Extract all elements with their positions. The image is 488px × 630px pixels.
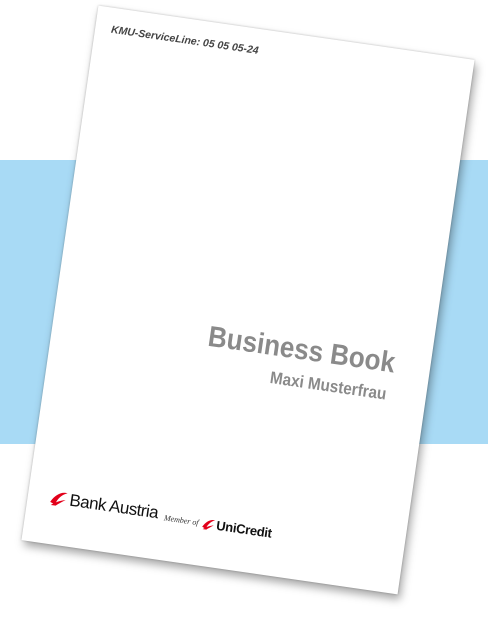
- business-book: KMU-ServiceLine: 05 05 05-24 Business Bo…: [21, 5, 475, 595]
- unicredit-text: UniCredit: [215, 517, 273, 541]
- bank-austria-logo: Bank Austria: [48, 488, 160, 523]
- unicredit-swoosh-icon: [49, 490, 69, 508]
- unicredit-logo: Member of UniCredit: [163, 510, 273, 541]
- bank-austria-text: Bank Austria: [68, 490, 160, 523]
- member-of-text: Member of: [163, 513, 200, 528]
- serviceline-text: KMU-ServiceLine: 05 05 05-24: [110, 23, 260, 57]
- cover-stage: KMU-ServiceLine: 05 05 05-24 Business Bo…: [0, 0, 488, 630]
- unicredit-swoosh-icon: [201, 517, 217, 531]
- book-cover: KMU-ServiceLine: 05 05 05-24 Business Bo…: [21, 5, 475, 595]
